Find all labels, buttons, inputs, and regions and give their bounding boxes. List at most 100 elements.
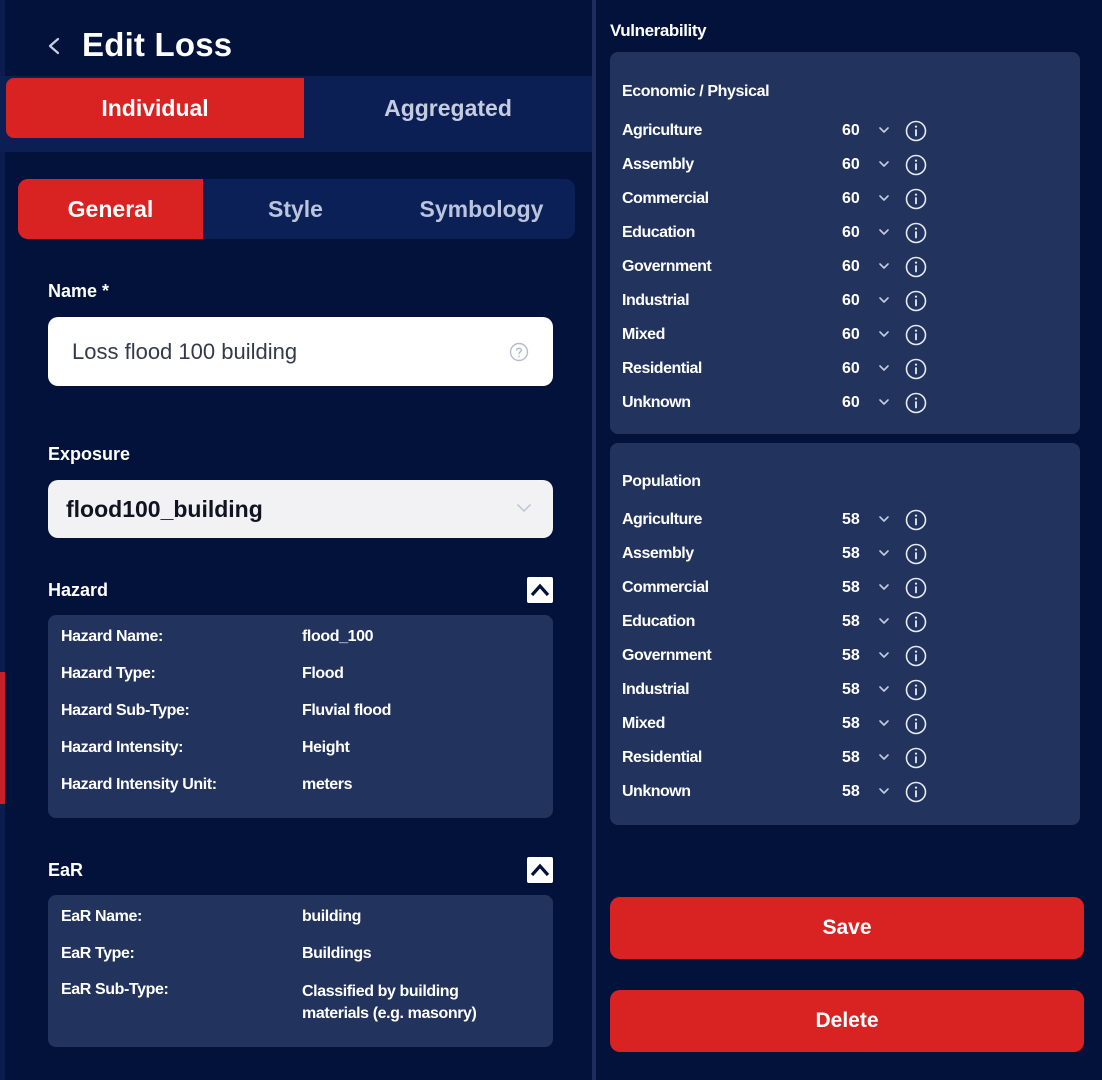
- vulnerability-row: Agriculture 60: [622, 114, 1062, 148]
- info-icon[interactable]: [904, 746, 928, 770]
- chevron-down-icon[interactable]: [874, 751, 900, 765]
- info-icon[interactable]: [904, 255, 928, 279]
- vulnerability-row: Unknown 58: [622, 775, 1062, 809]
- info-icon[interactable]: [904, 357, 928, 381]
- name-help-button[interactable]: [508, 341, 530, 363]
- info-icon[interactable]: [904, 119, 928, 143]
- chevron-down-icon[interactable]: [874, 362, 900, 376]
- ear-title: EaR: [48, 860, 84, 880]
- save-button[interactable]: Save: [610, 897, 1084, 959]
- vulnerability-category: Government: [622, 258, 712, 275]
- vulnerability-row: Education 60: [622, 216, 1062, 250]
- chevron-down-icon[interactable]: [874, 717, 900, 731]
- vulnerability-value[interactable]: 58: [842, 749, 874, 767]
- exposure-label: Exposure: [48, 444, 131, 464]
- chevron-down-icon[interactable]: [874, 615, 900, 629]
- tab-individual[interactable]: Individual: [6, 78, 304, 138]
- info-icon[interactable]: [904, 289, 928, 313]
- vulnerability-category: Education: [622, 224, 695, 241]
- chevron-down-icon[interactable]: [874, 649, 900, 663]
- info-icon[interactable]: [904, 644, 928, 668]
- vulnerability-value[interactable]: 58: [842, 783, 874, 801]
- exposure-select[interactable]: flood100_building: [48, 480, 553, 538]
- vulnerability-value[interactable]: 60: [842, 258, 874, 276]
- ear-value: building: [302, 908, 362, 925]
- vulnerability-value[interactable]: 60: [842, 122, 874, 140]
- info-icon[interactable]: [904, 153, 928, 177]
- chevron-left-icon: [48, 37, 60, 55]
- tab-symbology[interactable]: Symbology: [388, 179, 575, 239]
- delete-button[interactable]: Delete: [610, 990, 1084, 1052]
- chevron-down-icon: [517, 504, 531, 512]
- tab-aggregated[interactable]: Aggregated: [304, 78, 592, 138]
- vulnerability-value[interactable]: 60: [842, 394, 874, 412]
- vulnerability-value[interactable]: 60: [842, 292, 874, 310]
- info-icon[interactable]: [904, 576, 928, 600]
- info-icon[interactable]: [904, 610, 928, 634]
- hazard-value: meters: [302, 776, 353, 793]
- vulnerability-value[interactable]: 60: [842, 326, 874, 344]
- vulnerability-value[interactable]: 60: [842, 156, 874, 174]
- vulnerability-value[interactable]: 58: [842, 715, 874, 733]
- info-icon[interactable]: [904, 712, 928, 736]
- vulnerability-value[interactable]: 60: [842, 224, 874, 242]
- vulnerability-category: Assembly: [622, 156, 694, 173]
- hazard-title: Hazard: [48, 580, 109, 600]
- chevron-down-icon[interactable]: [874, 192, 900, 206]
- vulnerability-category: Commercial: [622, 190, 709, 207]
- hazard-key: Hazard Name:: [61, 628, 163, 645]
- page-title: Edit Loss: [82, 26, 233, 63]
- vulnerability-row: Government 60: [622, 250, 1062, 284]
- vulnerability-row: Industrial 58: [622, 673, 1062, 707]
- chevron-down-icon[interactable]: [874, 124, 900, 138]
- vulnerability-row: Residential 60: [622, 352, 1062, 386]
- ear-collapse-button[interactable]: [527, 857, 553, 883]
- name-input[interactable]: [72, 338, 492, 365]
- info-icon[interactable]: [904, 678, 928, 702]
- chevron-up-icon: [530, 583, 550, 597]
- chevron-down-icon[interactable]: [874, 547, 900, 561]
- vulnerability-value[interactable]: 58: [842, 613, 874, 631]
- hazard-collapse-button[interactable]: [527, 577, 553, 603]
- ear-key: EaR Sub-Type:: [61, 981, 169, 998]
- chevron-down-icon[interactable]: [874, 158, 900, 172]
- vulnerability-row: Commercial 60: [622, 182, 1062, 216]
- info-icon[interactable]: [904, 391, 928, 415]
- chevron-down-icon[interactable]: [874, 294, 900, 308]
- back-button[interactable]: [42, 26, 72, 66]
- tab-style[interactable]: Style: [203, 179, 388, 239]
- vulnerability-value[interactable]: 58: [842, 681, 874, 699]
- info-icon[interactable]: [904, 508, 928, 532]
- vulnerability-value[interactable]: 58: [842, 511, 874, 529]
- chevron-down-icon[interactable]: [874, 328, 900, 342]
- name-label: Name *: [48, 281, 110, 301]
- info-icon[interactable]: [904, 542, 928, 566]
- exposure-dropdown-toggle[interactable]: [514, 500, 534, 516]
- vulnerability-category: Commercial: [622, 579, 709, 596]
- name-field[interactable]: [48, 317, 553, 386]
- info-icon[interactable]: [904, 780, 928, 804]
- vulnerability-row: Industrial 60: [622, 284, 1062, 318]
- vulnerability-category: Residential: [622, 749, 702, 766]
- info-icon[interactable]: [904, 221, 928, 245]
- vulnerability-row: Commercial 58: [622, 571, 1062, 605]
- info-icon[interactable]: [904, 323, 928, 347]
- vulnerability-value[interactable]: 60: [842, 360, 874, 378]
- chevron-down-icon[interactable]: [874, 396, 900, 410]
- info-icon[interactable]: [904, 187, 928, 211]
- tab-general[interactable]: General: [18, 179, 203, 239]
- chevron-down-icon[interactable]: [874, 785, 900, 799]
- vulnerability-value[interactable]: 60: [842, 190, 874, 208]
- chevron-down-icon[interactable]: [874, 260, 900, 274]
- chevron-down-icon[interactable]: [874, 581, 900, 595]
- chevron-down-icon[interactable]: [874, 513, 900, 527]
- vulnerability-value[interactable]: 58: [842, 579, 874, 597]
- vulnerability-value[interactable]: 58: [842, 647, 874, 665]
- chevron-down-icon[interactable]: [874, 683, 900, 697]
- economic-title: Economic / Physical: [622, 83, 770, 100]
- left-edge-indicator: [0, 672, 5, 804]
- vulnerability-row: Government 58: [622, 639, 1062, 673]
- vulnerability-value[interactable]: 58: [842, 545, 874, 563]
- chevron-down-icon[interactable]: [874, 226, 900, 240]
- hazard-key: Hazard Intensity:: [61, 739, 184, 756]
